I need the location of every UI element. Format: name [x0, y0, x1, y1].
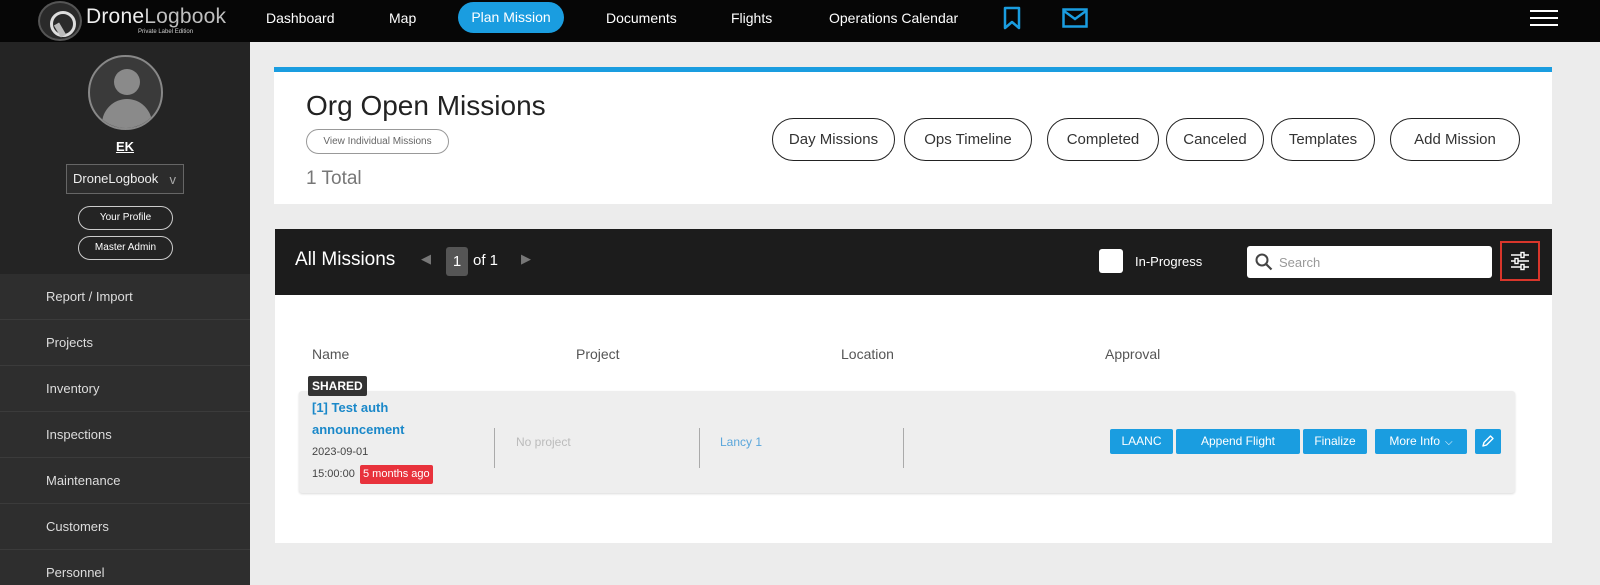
- add-mission-button[interactable]: Add Mission: [1390, 118, 1520, 161]
- column-header-project: Project: [576, 346, 620, 362]
- edit-mission-button[interactable]: [1475, 429, 1501, 454]
- hamburger-menu-icon[interactable]: [1530, 10, 1558, 28]
- column-divider: [699, 428, 700, 468]
- page-title: Org Open Missions: [306, 90, 546, 121]
- column-header-location: Location: [841, 346, 894, 362]
- nav-operations-calendar[interactable]: Operations Calendar: [829, 0, 958, 36]
- missions-total: 1 Total: [306, 168, 362, 189]
- sidebar-item-inspections[interactable]: Inspections: [0, 412, 250, 458]
- chevron-down-icon: v: [169, 172, 177, 187]
- sidebar-item-report-import[interactable]: Report / Import: [0, 274, 250, 320]
- completed-button[interactable]: Completed: [1047, 118, 1159, 161]
- column-header-name: Name: [312, 346, 350, 362]
- org-select-value: DroneLogbook: [73, 171, 159, 186]
- logo-text-part1: Drone: [86, 5, 145, 28]
- append-flight-button[interactable]: Append Flight: [1176, 429, 1300, 454]
- sliders-icon: [1511, 251, 1529, 271]
- in-progress-checkbox[interactable]: [1099, 249, 1123, 273]
- logo-text-part2: Logbook: [144, 5, 227, 28]
- logo[interactable]: DroneLogbook Private Label Edition: [38, 0, 228, 42]
- nav-flights[interactable]: Flights: [731, 0, 772, 36]
- sidebar-item-personnel[interactable]: Personnel: [0, 550, 250, 585]
- top-nav-bar: DroneLogbook Private Label Edition Dashb…: [0, 0, 1600, 42]
- mission-project: No project: [516, 435, 571, 449]
- table-row: [1] Test auth announcement 2023-09-01 15…: [299, 391, 1515, 493]
- mission-name-link[interactable]: [1] Test auth announcement: [312, 397, 452, 441]
- search-input[interactable]: [1279, 252, 1479, 272]
- sidebar-item-customers[interactable]: Customers: [0, 504, 250, 550]
- all-missions-toolbar: All Missions ◀ 1 of 1 ▶ In-Progress: [275, 229, 1552, 295]
- logo-icon: [38, 1, 82, 41]
- filter-settings-button[interactable]: [1500, 241, 1540, 281]
- pencil-icon: [1482, 435, 1494, 447]
- mail-icon[interactable]: [1062, 8, 1088, 33]
- mission-location-link[interactable]: Lancy 1: [720, 435, 762, 449]
- bookmark-icon[interactable]: [1003, 6, 1021, 35]
- search-box: [1247, 246, 1492, 278]
- sidebar-item-inventory[interactable]: Inventory: [0, 366, 250, 412]
- finalize-button[interactable]: Finalize: [1303, 429, 1367, 454]
- more-info-label: More Info: [1389, 434, 1441, 448]
- more-info-button[interactable]: More Info ⌵: [1375, 429, 1467, 454]
- templates-button[interactable]: Templates: [1271, 118, 1375, 161]
- column-header-approval: Approval: [1105, 346, 1161, 362]
- nav-documents[interactable]: Documents: [606, 0, 677, 36]
- shared-badge: SHARED: [308, 376, 367, 396]
- sidebar-item-projects[interactable]: Projects: [0, 320, 250, 366]
- canceled-button[interactable]: Canceled: [1166, 118, 1264, 161]
- nav-map[interactable]: Map: [389, 0, 416, 36]
- column-divider: [903, 428, 904, 468]
- current-page[interactable]: 1: [446, 247, 468, 276]
- org-select[interactable]: DroneLogbook v: [66, 164, 184, 194]
- in-progress-label: In-Progress: [1135, 254, 1203, 269]
- missions-header-card: Org Open Missions View Individual Missio…: [274, 67, 1552, 204]
- page-count: of 1: [473, 252, 499, 269]
- sidebar-menu: Report / Import Projects Inventory Inspe…: [0, 274, 250, 585]
- nav-plan-mission[interactable]: Plan Mission: [458, 2, 564, 33]
- mission-date: 2023-09-01: [312, 446, 369, 458]
- sidebar: EK DroneLogbook v Your Profile Master Ad…: [0, 42, 250, 585]
- logo-text: DroneLogbook: [86, 5, 226, 29]
- master-admin-button[interactable]: Master Admin: [78, 236, 173, 260]
- day-missions-button[interactable]: Day Missions: [772, 118, 895, 161]
- sidebar-item-maintenance[interactable]: Maintenance: [0, 458, 250, 504]
- your-profile-button[interactable]: Your Profile: [78, 206, 173, 230]
- ops-timeline-button[interactable]: Ops Timeline: [904, 118, 1032, 161]
- time-ago-badge: 5 months ago: [360, 465, 433, 484]
- nav-dashboard[interactable]: Dashboard: [266, 0, 335, 36]
- prev-page-icon[interactable]: ◀: [421, 251, 431, 267]
- avatar[interactable]: [88, 55, 163, 130]
- search-icon: [1255, 253, 1273, 271]
- view-individual-missions-button[interactable]: View Individual Missions: [306, 129, 449, 154]
- laanc-button[interactable]: LAANC: [1110, 429, 1173, 454]
- logo-subtitle: Private Label Edition: [138, 29, 194, 35]
- column-divider: [494, 428, 495, 468]
- all-missions-title: All Missions: [295, 249, 396, 270]
- missions-table: Name Project Location Approval [1] Test …: [275, 295, 1552, 543]
- mission-time: 15:00:00: [312, 468, 355, 480]
- user-name[interactable]: EK: [0, 139, 250, 154]
- chevron-down-icon: ⌵: [1445, 437, 1453, 448]
- next-page-icon[interactable]: ▶: [521, 251, 531, 267]
